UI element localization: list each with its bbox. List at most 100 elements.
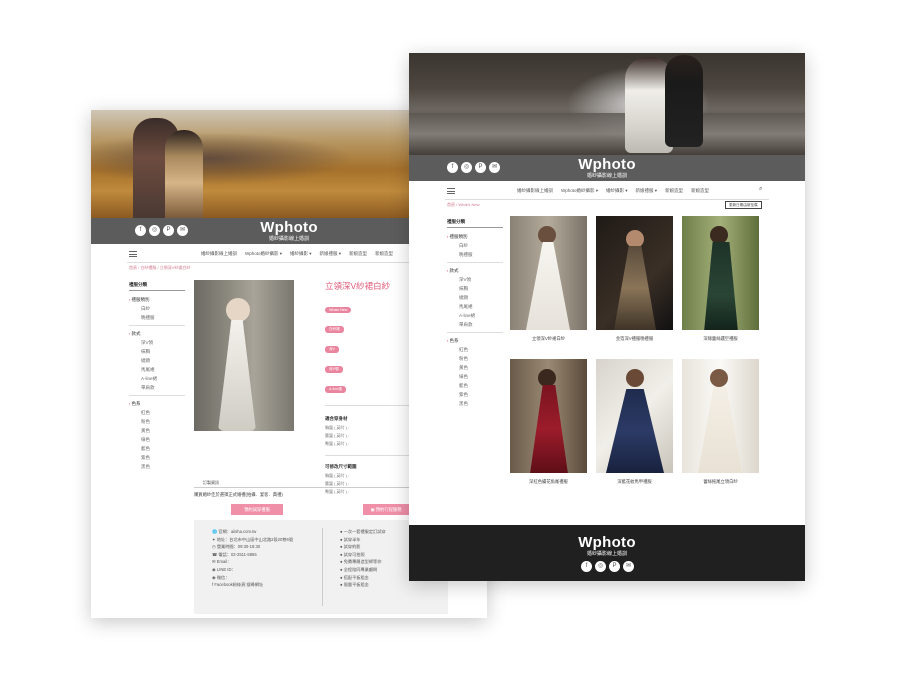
sidebar-item[interactable]: 紅色 (129, 410, 185, 416)
logo-text: Wphoto (578, 534, 636, 551)
sidebar-item[interactable]: 綠色 (129, 437, 185, 443)
sidebar-group[interactable]: 款式 (129, 331, 185, 337)
product-image[interactable] (194, 280, 294, 431)
mail-icon[interactable]: ✉ (177, 225, 188, 236)
product-name[interactable]: 深藍花紋馬甲禮服 (596, 479, 673, 485)
breadcrumb[interactable]: 首頁 / 白紗禮服 / 立領深V紗裙白紗 (129, 265, 190, 271)
sidebar-item[interactable]: 白紗 (447, 243, 503, 249)
sidebar-item[interactable]: 單肩款 (447, 322, 503, 328)
contact-line: ◷ 營業時間：09:30-18:30 (212, 544, 261, 550)
divider (127, 262, 451, 263)
product-name[interactable]: 深綠蕾絲鏤空禮服 (682, 336, 759, 342)
sidebar-group[interactable]: 禮服類別 (447, 234, 503, 240)
product-name[interactable]: 深紅色繡花魚尾禮服 (510, 479, 587, 485)
sidebar-item[interactable]: 馬尾裙 (129, 367, 185, 373)
nav-item[interactable]: 婚紗攝影 ▾ (606, 188, 628, 194)
mail-icon[interactable]: ✉ (489, 162, 500, 173)
product-card-image[interactable] (510, 359, 587, 473)
nav-item[interactable]: 新娘造型 (349, 251, 367, 257)
logo[interactable]: Wphoto 婚紗攝影線上婚訓 (578, 157, 636, 179)
product-card-image[interactable] (682, 216, 759, 330)
facebook-icon[interactable]: f (135, 225, 146, 236)
search-icon[interactable]: ⌕ (759, 186, 762, 193)
sidebar-item[interactable]: 白紗 (129, 306, 185, 312)
sidebar-item[interactable]: 紫色 (129, 455, 185, 461)
sidebar-title: 禮服分類 (129, 282, 185, 291)
instagram-icon[interactable]: ◎ (595, 561, 606, 572)
sidebar-item[interactable]: 晚禮服 (129, 315, 185, 321)
sidebar-item[interactable]: 紫色 (447, 392, 503, 398)
sidebar-group[interactable]: 色系 (447, 338, 503, 344)
footer-logo[interactable]: Wphoto 婚紗攝影線上婚訓 (578, 535, 636, 557)
tag[interactable]: Whats New (325, 307, 352, 313)
divider (129, 395, 185, 396)
contact-line: 🌐 官網：aiisha.com.tw (212, 529, 257, 534)
sidebar-item[interactable]: 抹胸 (447, 286, 503, 292)
sidebar-item[interactable]: 黃色 (129, 428, 185, 434)
contact-line: ☎ 電話：02-2511-5855 (212, 551, 257, 557)
tag[interactable]: 深V (325, 346, 339, 353)
sidebar-item[interactable]: 深V領 (129, 340, 185, 346)
menu-icon[interactable] (129, 251, 137, 257)
product-name[interactable]: 金箔深V禮服晚禮服 (596, 336, 673, 342)
sidebar-item[interactable]: 單肩款 (129, 385, 185, 391)
nav-item[interactable]: 新娘造型 (665, 188, 683, 194)
nav-item[interactable]: 新娘禮服 ▾ (320, 251, 342, 257)
sidebar-item[interactable]: 粉色 (447, 356, 503, 362)
service-line: ● 免費專屬造型師等你 (340, 559, 382, 565)
nav-item[interactable]: Wphoto婚紗攝影 ▾ (245, 251, 282, 257)
contact-line: ◉ 微信： (212, 574, 230, 580)
instagram-icon[interactable]: ◎ (149, 225, 160, 236)
sidebar-group[interactable]: 色系 (129, 401, 185, 407)
pinterest-icon[interactable]: P (475, 162, 486, 173)
pinterest-icon[interactable]: P (609, 561, 620, 572)
nav-item[interactable]: 新娘造型 (691, 188, 709, 194)
nav-item[interactable]: 婚紗攝影線上婚訓 (517, 188, 553, 194)
social-links: f ◎ P ✉ (135, 225, 188, 236)
pinterest-icon[interactable]: P (163, 225, 174, 236)
nav-item[interactable]: 新娘禮服 ▾ (636, 188, 658, 194)
sidebar-item[interactable]: 黑色 (447, 401, 503, 407)
instagram-icon[interactable]: ◎ (461, 162, 472, 173)
facebook-icon[interactable]: f (581, 561, 592, 572)
sidebar-item[interactable]: 深V領 (447, 277, 503, 283)
sidebar-group[interactable]: 禮服類別 (129, 297, 185, 303)
sidebar-item[interactable]: 藍色 (129, 446, 185, 452)
sidebar-item[interactable]: 綠色 (447, 374, 503, 380)
sidebar-item[interactable]: A-line裙 (129, 376, 185, 382)
sidebar-item[interactable]: 粉色 (129, 419, 185, 425)
product-name[interactable]: 立領深V紗裙白紗 (510, 336, 587, 342)
breadcrumb[interactable]: 首頁 / What's New (447, 202, 480, 208)
nav-item[interactable]: 婚紗攝影線上婚訓 (201, 251, 237, 257)
sidebar-item[interactable]: 繞頸 (129, 358, 185, 364)
contact-line: ✦ 地址：台北市中山區中山北路2段20巷6號 (212, 536, 294, 542)
sidebar-item[interactable]: 繞頸 (447, 295, 503, 301)
tag[interactable]: 深V領 (325, 366, 343, 373)
product-name[interactable]: 蕾絲拖尾立領白紗 (682, 479, 759, 485)
product-card-image[interactable] (596, 216, 673, 330)
sidebar-item[interactable]: 馬尾裙 (447, 304, 503, 310)
sidebar-item[interactable]: 藍色 (447, 383, 503, 389)
product-card-image[interactable] (596, 359, 673, 473)
sidebar-item[interactable]: 紅色 (447, 347, 503, 353)
logo[interactable]: Wphoto 婚紗攝影線上婚訓 (260, 220, 318, 242)
sidebar-item[interactable]: 黃色 (447, 365, 503, 371)
mail-icon[interactable]: ✉ (623, 561, 634, 572)
nav-item[interactable]: 婚紗攝影 ▾ (290, 251, 312, 257)
sort-dropdown[interactable]: 更新日期由新至舊 (725, 201, 762, 209)
sidebar-item[interactable]: 黑色 (129, 464, 185, 470)
sidebar-item[interactable]: 抹胸 (129, 349, 185, 355)
menu-icon[interactable] (447, 188, 455, 194)
nav-item[interactable]: Wphoto婚紗攝影 ▾ (561, 188, 598, 194)
nav-item[interactable]: 新娘造型 (375, 251, 393, 257)
book-fitting-button[interactable]: 預約試穿禮服 (231, 504, 283, 515)
sidebar-group[interactable]: 款式 (447, 268, 503, 274)
book-schedule-button[interactable]: ▣ 預約行程服務 (363, 504, 409, 515)
product-card-image[interactable] (510, 216, 587, 330)
tag[interactable]: 白紗禮 (325, 326, 344, 333)
facebook-icon[interactable]: f (447, 162, 458, 173)
product-card-image[interactable] (682, 359, 759, 473)
tag[interactable]: A-line裙 (325, 386, 346, 393)
sidebar-item[interactable]: A-line裙 (447, 313, 503, 319)
sidebar-item[interactable]: 晚禮服 (447, 252, 503, 258)
